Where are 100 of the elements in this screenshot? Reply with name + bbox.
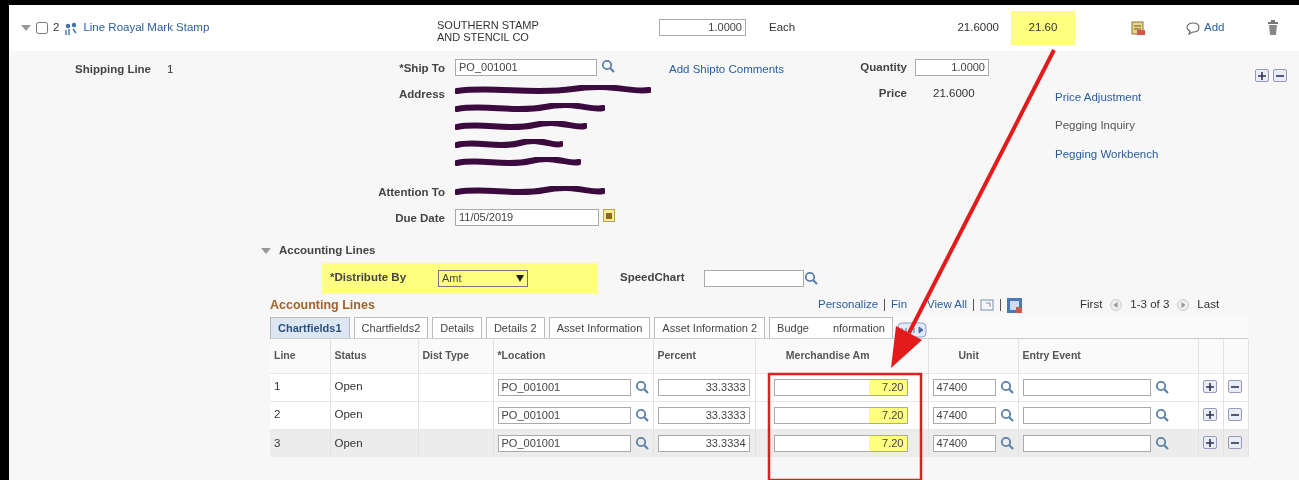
entry-event-field[interactable] <box>1022 378 1151 396</box>
tab[interactable]: Budge nformation <box>769 317 893 338</box>
tab[interactable]: Asset Information <box>548 317 651 338</box>
search-icon[interactable] <box>1154 380 1169 394</box>
tab[interactable]: Chartfields1 <box>270 317 350 338</box>
previous-icon[interactable] <box>1110 299 1123 311</box>
percent-field[interactable]: 33.3334 <box>657 434 750 452</box>
search-icon[interactable] <box>634 380 649 394</box>
tab[interactable]: Chartfields2 <box>353 317 429 338</box>
delete-row-button[interactable] <box>1227 407 1242 421</box>
entry-event-field[interactable] <box>1022 406 1151 424</box>
unit-price: 21.6000 <box>957 21 999 33</box>
location-field[interactable]: PO_001001 <box>497 378 631 396</box>
toolbar-link[interactable]: Personalize <box>818 296 879 314</box>
delete-row-button[interactable] <box>1273 69 1287 82</box>
action-link[interactable]: Price Adjustment <box>1055 89 1142 107</box>
action-link[interactable]: Pegging Workbench <box>1055 145 1159 163</box>
add-row-button[interactable] <box>1202 436 1217 450</box>
search-icon[interactable] <box>999 380 1014 394</box>
collapse-toggle-icon[interactable] <box>261 247 271 255</box>
delete-row-button[interactable] <box>1227 379 1242 393</box>
vendor-name: SOUTHERN STAMP <box>437 19 540 31</box>
trash-icon[interactable] <box>1267 19 1279 36</box>
field-label: *Distribute By <box>330 270 408 286</box>
search-icon[interactable] <box>804 271 818 285</box>
zoom-grid-icon[interactable] <box>980 298 995 312</box>
unit-field[interactable]: 47400 <box>932 378 996 396</box>
field-label: *Ship To <box>398 61 445 76</box>
pager-first: First <box>1080 297 1103 313</box>
ship-to-field[interactable]: PO_001001 <box>455 59 597 76</box>
amount-field[interactable]: 7.20 <box>773 378 908 396</box>
unit-field[interactable]: 47400 <box>932 406 996 424</box>
collapse-toggle-icon[interactable] <box>21 23 31 32</box>
percent-field[interactable]: 33.3333 <box>657 406 750 424</box>
column-header: Percent <box>657 348 697 361</box>
quantity-field[interactable]: 1.0000 <box>915 59 989 76</box>
column-chooser-icon[interactable] <box>1007 297 1023 313</box>
tab[interactable]: Details <box>432 317 482 338</box>
shipping-line-label: Shipping Line <box>75 62 152 77</box>
location-field[interactable]: PO_001001 <box>497 406 631 424</box>
add-row-button[interactable] <box>1202 407 1217 421</box>
plus-icon <box>1258 72 1266 81</box>
toolbar-link[interactable]: Fin <box>891 296 908 314</box>
column-header: Dist Type <box>422 348 469 361</box>
column-header: Merchandise Am <box>785 348 870 361</box>
shipto-comments-link[interactable]: Add Shipto Comments <box>669 63 785 75</box>
entry-event-field[interactable] <box>1022 434 1151 452</box>
percent-field[interactable]: 33.3333 <box>657 378 750 396</box>
speedchart-field[interactable] <box>704 269 804 287</box>
search-icon[interactable] <box>999 436 1014 451</box>
grid-title: Accounting Lines <box>270 296 376 314</box>
vendor-name: AND STENCIL CO <box>437 31 530 43</box>
location-field[interactable]: PO_001001 <box>497 434 631 452</box>
next-icon[interactable] <box>1177 299 1190 311</box>
column-header: *Location <box>497 348 546 361</box>
search-icon[interactable] <box>634 408 649 422</box>
due-date-field[interactable]: 11/05/2019 <box>455 209 599 226</box>
price-value: 21.6000 <box>933 87 975 99</box>
tab[interactable]: Asset Information 2 <box>654 317 766 338</box>
amount-field[interactable]: 7.20 <box>773 406 908 424</box>
quantity-field[interactable]: 1.0000 <box>659 19 746 36</box>
add-comment-link[interactable]: Add <box>1186 19 1225 37</box>
column-header: Unit <box>958 348 979 361</box>
table-cell: Open <box>334 436 363 449</box>
plus-icon <box>1205 411 1214 420</box>
plus-icon <box>1205 383 1214 392</box>
comment-icon <box>1186 20 1200 35</box>
amount-field[interactable]: 7.20 <box>773 434 908 452</box>
column-header: Entry Event <box>1022 348 1081 361</box>
toolbar-link[interactable]: View All <box>927 296 968 314</box>
add-row-button[interactable] <box>1202 379 1217 393</box>
search-icon[interactable] <box>999 408 1014 422</box>
add-row-button[interactable] <box>1255 69 1269 82</box>
schedule-icon[interactable] <box>1131 19 1146 36</box>
table-cell: 2 <box>274 408 281 421</box>
item-details-icon[interactable] <box>64 20 79 35</box>
delete-row-button[interactable] <box>1227 436 1242 450</box>
column-header: Status <box>334 348 367 361</box>
table-cell: Open <box>334 380 363 393</box>
pager-last: Last <box>1197 297 1220 313</box>
column-header: Line <box>274 348 296 361</box>
section-title: Accounting Lines <box>279 243 376 259</box>
tab[interactable]: Details 2 <box>485 317 545 338</box>
distribute-by-select[interactable]: Amt <box>438 269 528 287</box>
line-amount: 21.60 <box>1011 11 1075 45</box>
search-icon[interactable] <box>601 59 615 73</box>
search-icon[interactable] <box>1154 436 1169 451</box>
table-cell: Open <box>334 408 363 421</box>
table-cell: 1 <box>274 380 281 393</box>
item-description-link[interactable]: Line Roayal Mark Stamp <box>83 19 210 37</box>
field-label: Quantity <box>859 60 907 75</box>
search-icon[interactable] <box>634 436 649 451</box>
menu-text: Pegging Inquiry <box>1055 118 1135 134</box>
calendar-icon[interactable] <box>603 209 615 222</box>
unit-field[interactable]: 47400 <box>932 434 996 452</box>
table-cell: 3 <box>274 436 281 449</box>
shipping-line-number: 1 <box>167 62 174 77</box>
plus-icon <box>1205 439 1214 448</box>
search-icon[interactable] <box>1154 408 1169 422</box>
line-checkbox[interactable] <box>36 21 48 34</box>
